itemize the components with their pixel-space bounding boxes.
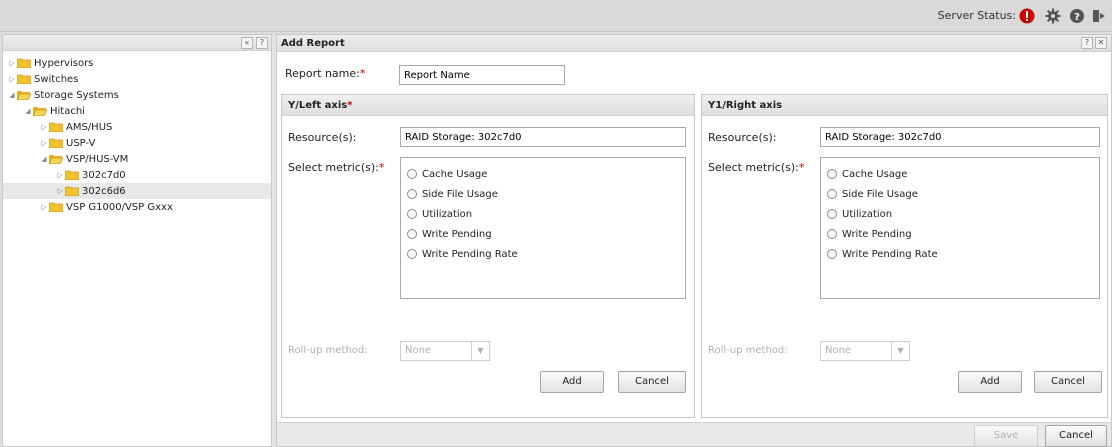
add-button[interactable]: Add [540, 371, 604, 393]
radio-button[interactable] [407, 209, 417, 219]
collapse-arrow-icon[interactable]: ◢ [7, 91, 17, 99]
tree-item-switches[interactable]: ▷ Switches [3, 71, 271, 87]
metric-option-side-file-usage[interactable]: Side File Usage [821, 184, 1099, 204]
folder-open-icon [32, 106, 48, 117]
add-report-panel: Add Report ? ✕ Report name:* Y/Left axis… [276, 34, 1112, 447]
resources-label: Resource(s): [288, 131, 357, 144]
tree-item-302c7d0[interactable]: ▷ 302c7d0 [3, 167, 271, 183]
chevron-down-icon[interactable]: ▼ [891, 342, 909, 360]
radio-button[interactable] [407, 229, 417, 239]
folder-icon [48, 122, 64, 133]
folder-icon [64, 186, 80, 197]
rollup-method-label: Roll-up method: [708, 345, 788, 356]
tree-item-storage-systems[interactable]: ◢ Storage Systems [3, 87, 271, 103]
tree: ▷ Hypervisors ▷ Switches ◢ Storage Syste… [3, 51, 271, 215]
help-icon[interactable]: ? [1081, 37, 1093, 49]
folder-icon [16, 74, 32, 85]
panel-title: Add Report [281, 38, 345, 49]
cancel-button[interactable]: Cancel [1045, 425, 1107, 447]
help-icon[interactable]: ? [256, 37, 268, 49]
y1-right-axis-panel: Y1/Right axis Resource(s): Select metric… [701, 94, 1108, 418]
metric-option-write-pending[interactable]: Write Pending [821, 224, 1099, 244]
tree-item-hitachi[interactable]: ◢ Hitachi [3, 103, 271, 119]
expand-arrow-icon[interactable]: ▷ [55, 171, 65, 179]
metric-option-cache-usage[interactable]: Cache Usage [401, 164, 685, 184]
collapse-panel-icon[interactable]: « [241, 37, 253, 49]
tree-item-ams-hus[interactable]: ▷ AMS/HUS [3, 119, 271, 135]
tree-item-usp-v[interactable]: ▷ USP-V [3, 135, 271, 151]
select-metrics-label: Select metric(s):* [288, 161, 385, 174]
expand-arrow-icon[interactable]: ▷ [55, 187, 65, 195]
expand-arrow-icon[interactable]: ▷ [7, 59, 17, 67]
cancel-button[interactable]: Cancel [1034, 371, 1102, 393]
resources-input[interactable] [820, 127, 1100, 147]
tree-panel-header: « ? [3, 35, 271, 51]
folder-icon [48, 138, 64, 149]
metric-option-cache-usage[interactable]: Cache Usage [821, 164, 1099, 184]
folder-open-icon [16, 90, 32, 101]
chevron-down-icon[interactable]: ▼ [471, 342, 489, 360]
gear-icon[interactable] [1044, 7, 1062, 25]
add-button[interactable]: Add [958, 371, 1022, 393]
folder-open-icon [48, 154, 64, 165]
expand-arrow-icon[interactable]: ▷ [39, 203, 49, 211]
radio-button[interactable] [407, 249, 417, 259]
folder-icon [64, 170, 80, 181]
radio-button[interactable] [827, 209, 837, 219]
metric-option-utilization[interactable]: Utilization [821, 204, 1099, 224]
cancel-button[interactable]: Cancel [618, 371, 686, 393]
metric-option-side-file-usage[interactable]: Side File Usage [401, 184, 685, 204]
radio-button[interactable] [827, 169, 837, 179]
expand-arrow-icon[interactable]: ▷ [7, 75, 17, 83]
metrics-list: Cache Usage Side File Usage Utilization … [400, 157, 686, 299]
folder-icon [16, 58, 32, 69]
tree-item-vsp-hus-vm[interactable]: ◢ VSP/HUS-VM [3, 151, 271, 167]
tree-item-302c6d6[interactable]: ▷ 302c6d6 [3, 183, 271, 199]
add-report-header: Add Report ? ✕ [277, 35, 1111, 52]
logout-icon[interactable] [1090, 7, 1108, 25]
server-status-label: Server Status: [937, 9, 1016, 22]
radio-button[interactable] [827, 229, 837, 239]
tree-item-hypervisors[interactable]: ▷ Hypervisors [3, 55, 271, 71]
required-marker: * [378, 161, 385, 174]
radio-button[interactable] [407, 169, 417, 179]
expand-arrow-icon[interactable]: ▷ [39, 139, 49, 147]
select-metrics-label: Select metric(s):* [708, 161, 805, 174]
help-icon[interactable]: ? [1068, 7, 1086, 25]
expand-arrow-icon[interactable]: ▷ [39, 123, 49, 131]
svg-text:?: ? [1074, 12, 1080, 23]
y-left-axis-panel: Y/Left axis* Resource(s): Select metric(… [281, 94, 695, 418]
y-left-axis-header: Y/Left axis* [282, 95, 694, 116]
header-buttons: ? ✕ [1081, 37, 1107, 49]
metric-option-write-pending-rate[interactable]: Write Pending Rate [401, 244, 685, 264]
y1-right-axis-header: Y1/Right axis [702, 95, 1107, 116]
dialog-footer: Save Cancel [277, 422, 1111, 447]
required-marker: * [359, 67, 366, 80]
close-icon[interactable]: ✕ [1095, 37, 1107, 49]
metrics-list: Cache Usage Side File Usage Utilization … [820, 157, 1100, 299]
navigation-tree-panel: « ? ▷ Hypervisors ▷ Switches ◢ Storage S… [2, 34, 272, 447]
radio-button[interactable] [827, 189, 837, 199]
save-button[interactable]: Save [974, 425, 1038, 447]
collapse-arrow-icon[interactable]: ◢ [39, 155, 49, 163]
radio-button[interactable] [407, 189, 417, 199]
rollup-method-select[interactable]: None ▼ [820, 341, 910, 361]
metric-option-utilization[interactable]: Utilization [401, 204, 685, 224]
radio-button[interactable] [827, 249, 837, 259]
rollup-method-select[interactable]: None ▼ [400, 341, 490, 361]
alert-icon[interactable] [1018, 7, 1036, 25]
metric-option-write-pending-rate[interactable]: Write Pending Rate [821, 244, 1099, 264]
tree-item-vsp-g1000[interactable]: ▷ VSP G1000/VSP Gxxx [3, 199, 271, 215]
collapse-arrow-icon[interactable]: ◢ [23, 107, 33, 115]
report-name-label: Report name:* [285, 67, 366, 80]
required-marker: * [798, 161, 805, 174]
top-bar: Server Status: ? [0, 0, 1112, 32]
rollup-method-label: Roll-up method: [288, 345, 368, 356]
resources-label: Resource(s): [708, 131, 777, 144]
required-marker: * [347, 100, 353, 111]
resources-input[interactable] [400, 127, 686, 147]
report-name-input[interactable] [399, 65, 565, 85]
folder-icon [48, 202, 64, 213]
metric-option-write-pending[interactable]: Write Pending [401, 224, 685, 244]
